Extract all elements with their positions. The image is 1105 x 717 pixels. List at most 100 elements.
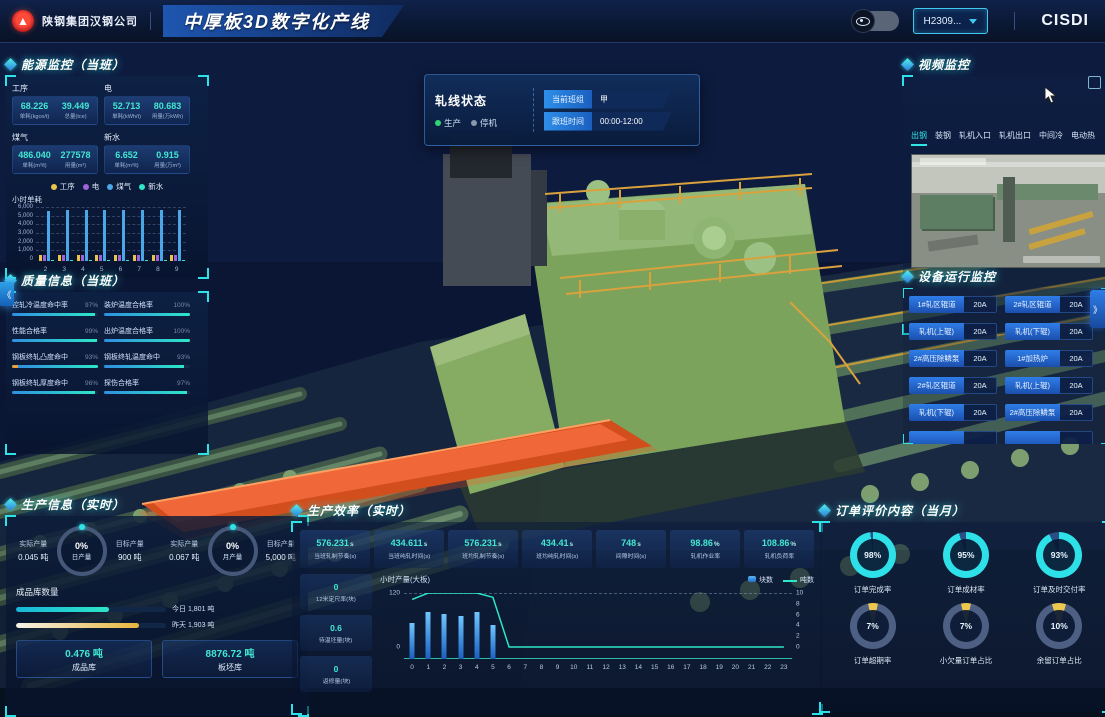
x-tick-label: 23: [780, 664, 787, 671]
bar: [70, 260, 73, 261]
tab-electric[interactable]: 电动热: [1071, 130, 1095, 146]
bar: [89, 260, 92, 261]
equipment-panel: 设备运行监控 1#轧区辊道20A 2#轧区辊道20A 轧机(上辊)20A 轧机(…: [903, 268, 1099, 444]
y-tick-label: 10: [796, 590, 803, 597]
y-tick-label: 120: [389, 590, 400, 597]
bar: [133, 255, 136, 261]
daily-output-ring: 0%日产量: [57, 526, 107, 576]
bar: [145, 260, 148, 261]
efficiency-title: 生产效率（实时）: [307, 502, 411, 519]
y-tick-label: 5,000: [18, 213, 33, 219]
orders-panel: 订单评价内容（当月） 98%订单完成率 95%订单成材率 93%订单及时交付率 …: [820, 502, 1100, 712]
tab-mill-exit[interactable]: 轧机出口: [999, 130, 1031, 146]
bar: [141, 210, 144, 261]
y-tick-label: 2: [796, 633, 800, 640]
efficiency-panel: 生产效率（实时） 576.231s当班轧制节奏(s) 434.611s当班纯轧时…: [292, 502, 806, 714]
equipment-item: 轧机(下辊)20A: [1005, 323, 1093, 340]
heat-number-value: H2309...: [924, 16, 962, 27]
equipment-item: 2#轧区辊道20A: [909, 377, 997, 394]
daily-output-gauge: 实际产量0.045 吨 0%日产量 目标产量900 吨: [16, 526, 147, 576]
x-tick-label: 17: [683, 664, 690, 671]
x-tick-label: 15: [651, 664, 658, 671]
tab-charging[interactable]: 装钢: [935, 130, 951, 146]
bar: [43, 255, 46, 261]
y-tick-label: 4,000: [18, 221, 33, 227]
equipment-item: 2#轧区辊道20A: [1005, 296, 1093, 313]
tab-tapping[interactable]: 出钢: [911, 130, 927, 146]
mouse-cursor: [1044, 86, 1058, 104]
bar: [170, 255, 173, 261]
cctv-video-frame[interactable]: [911, 154, 1105, 268]
y-tick-label: 4: [796, 622, 800, 629]
energy-group-gas: 煤气 486.040单耗(m³/t) 277578用量(m³): [12, 131, 98, 174]
slab-stock-card: 8876.72 吨板坯库: [162, 640, 298, 678]
heat-number-dropdown[interactable]: H2309...: [913, 8, 989, 34]
bar-group: [95, 210, 110, 261]
line-series: [404, 593, 792, 659]
orders-title: 订单评价内容（当月）: [835, 502, 965, 519]
order-gauge: 7%订单超期率: [826, 603, 919, 666]
monthly-output-ring: 0%月产量: [208, 526, 258, 576]
energy-group-water: 新水 6.652单耗(m³/t) 0.915用量(万m³): [104, 131, 190, 174]
order-gauge: 10%余留订单占比: [1013, 603, 1105, 666]
bar-group: [39, 211, 54, 261]
visibility-toggle[interactable]: [851, 11, 899, 31]
quality-item: 出炉温度合格率100%: [104, 326, 190, 342]
x-tick-label: 22: [764, 664, 771, 671]
efficiency-stat: 576.231s当班轧制节奏(s): [300, 530, 370, 568]
monthly-output-gauge: 实际产量0.067 吨 0%月产量 目标产量5,000 吨: [167, 526, 298, 576]
energy-chart-legend: 工序 电 煤气 新水: [12, 181, 202, 192]
header-divider: [1014, 12, 1015, 30]
fullscreen-icon[interactable]: [1088, 76, 1101, 89]
rolling-status-title: 轧线状态: [435, 92, 523, 109]
tab-mill-entry[interactable]: 轧机入口: [959, 130, 991, 146]
equipment-item: 轧机(下辊)20A: [909, 404, 997, 421]
energy-group-electricity: 电 52.713单耗(kWh/t) 80.683用量(万kWh): [104, 82, 190, 125]
equipment-item-clipped: [909, 431, 997, 444]
legend-producing: 生产: [435, 117, 461, 129]
efficiency-stat: 98.86%轧机作业率: [670, 530, 740, 568]
panel-collapse-tab[interactable]: 《: [0, 282, 14, 306]
bar: [47, 211, 50, 261]
quality-item: 探伤合格率97%: [104, 378, 190, 394]
diamond-icon: [901, 270, 914, 283]
bar-group: [152, 210, 167, 261]
equipment-item: 1#轧区辊道20A: [909, 296, 997, 313]
bar: [103, 210, 106, 261]
bar: [178, 210, 181, 261]
x-tick-label: 2: [443, 664, 447, 671]
bar: [182, 260, 185, 261]
energy-title: 能源监控（当班）: [21, 56, 125, 73]
bar-group: [114, 210, 129, 261]
y-tick-label: 1,000: [18, 247, 33, 253]
gridline: [36, 207, 186, 208]
hourly-chart-label: 小时产量(大板): [380, 574, 430, 585]
x-tick-label: 8: [540, 664, 544, 671]
equipment-item: 轧机(上辊)20A: [909, 323, 997, 340]
bar: [99, 255, 102, 261]
x-tick-label: 16: [667, 664, 674, 671]
panel-expand-tab[interactable]: 》: [1090, 290, 1105, 328]
production-title: 生产信息（实时）: [21, 496, 125, 513]
efficiency-side-stat: 0.6待温坯量(块): [300, 615, 372, 651]
y-tick-label: 0: [396, 644, 400, 651]
order-gauge: 93%订单及时交付率: [1013, 532, 1105, 595]
stock-section-title: 成品库数量: [16, 586, 298, 598]
bar-group: [133, 210, 148, 261]
bar: [95, 255, 98, 261]
x-tick-label: 1: [426, 664, 430, 671]
y-tick-label: 0: [796, 644, 800, 651]
bar: [126, 260, 129, 261]
order-gauge: 98%订单完成率: [826, 532, 919, 595]
bar: [118, 255, 121, 261]
tab-intercooling[interactable]: 中间冷: [1039, 130, 1063, 146]
legend-stopped: 停机: [471, 117, 497, 129]
energy-chart-label: 小时单耗: [12, 194, 202, 205]
bar: [66, 210, 69, 261]
x-tick-label: 18: [699, 664, 706, 671]
x-tick-label: 9: [556, 664, 560, 671]
equipment-item-clipped: [1005, 431, 1093, 444]
quality-panel: 质量信息（当班） 控轧冷温度命中率97% 装炉温度合格率100% 性能合格率99…: [6, 272, 196, 454]
efficiency-side-stat: 0返修量(块): [300, 656, 372, 692]
shift-time-badge: 跟班时间 00:00-12:00: [544, 112, 672, 131]
